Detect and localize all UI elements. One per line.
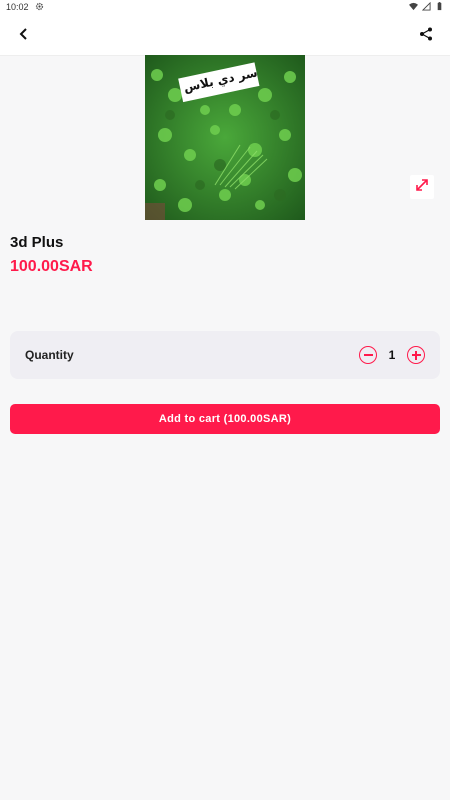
expand-image-button[interactable]	[410, 175, 434, 199]
settings-icon	[35, 2, 44, 13]
product-image[interactable]: سر دي بلاس	[145, 55, 305, 220]
quantity-stepper: 1	[359, 346, 425, 364]
signal-icon	[422, 1, 431, 13]
wifi-icon	[409, 2, 418, 13]
status-bar: 10:02	[0, 0, 450, 14]
status-time: 10:02	[6, 2, 29, 12]
decrement-button[interactable]	[359, 346, 377, 364]
increment-button[interactable]	[407, 346, 425, 364]
quantity-label: Quantity	[25, 348, 74, 362]
product-name: 3d Plus	[10, 234, 64, 251]
battery-icon	[435, 1, 444, 13]
product-price: 100.00SAR	[10, 258, 93, 275]
expand-icon	[415, 178, 429, 197]
app-bar	[0, 14, 450, 56]
quantity-card: Quantity 1	[10, 331, 440, 379]
share-icon	[419, 27, 433, 46]
share-button[interactable]	[414, 24, 438, 48]
add-to-cart-button[interactable]: Add to cart (100.00SAR)	[10, 404, 440, 434]
chevron-left-icon	[17, 27, 31, 46]
quantity-value: 1	[388, 348, 396, 362]
back-button[interactable]	[12, 24, 36, 48]
